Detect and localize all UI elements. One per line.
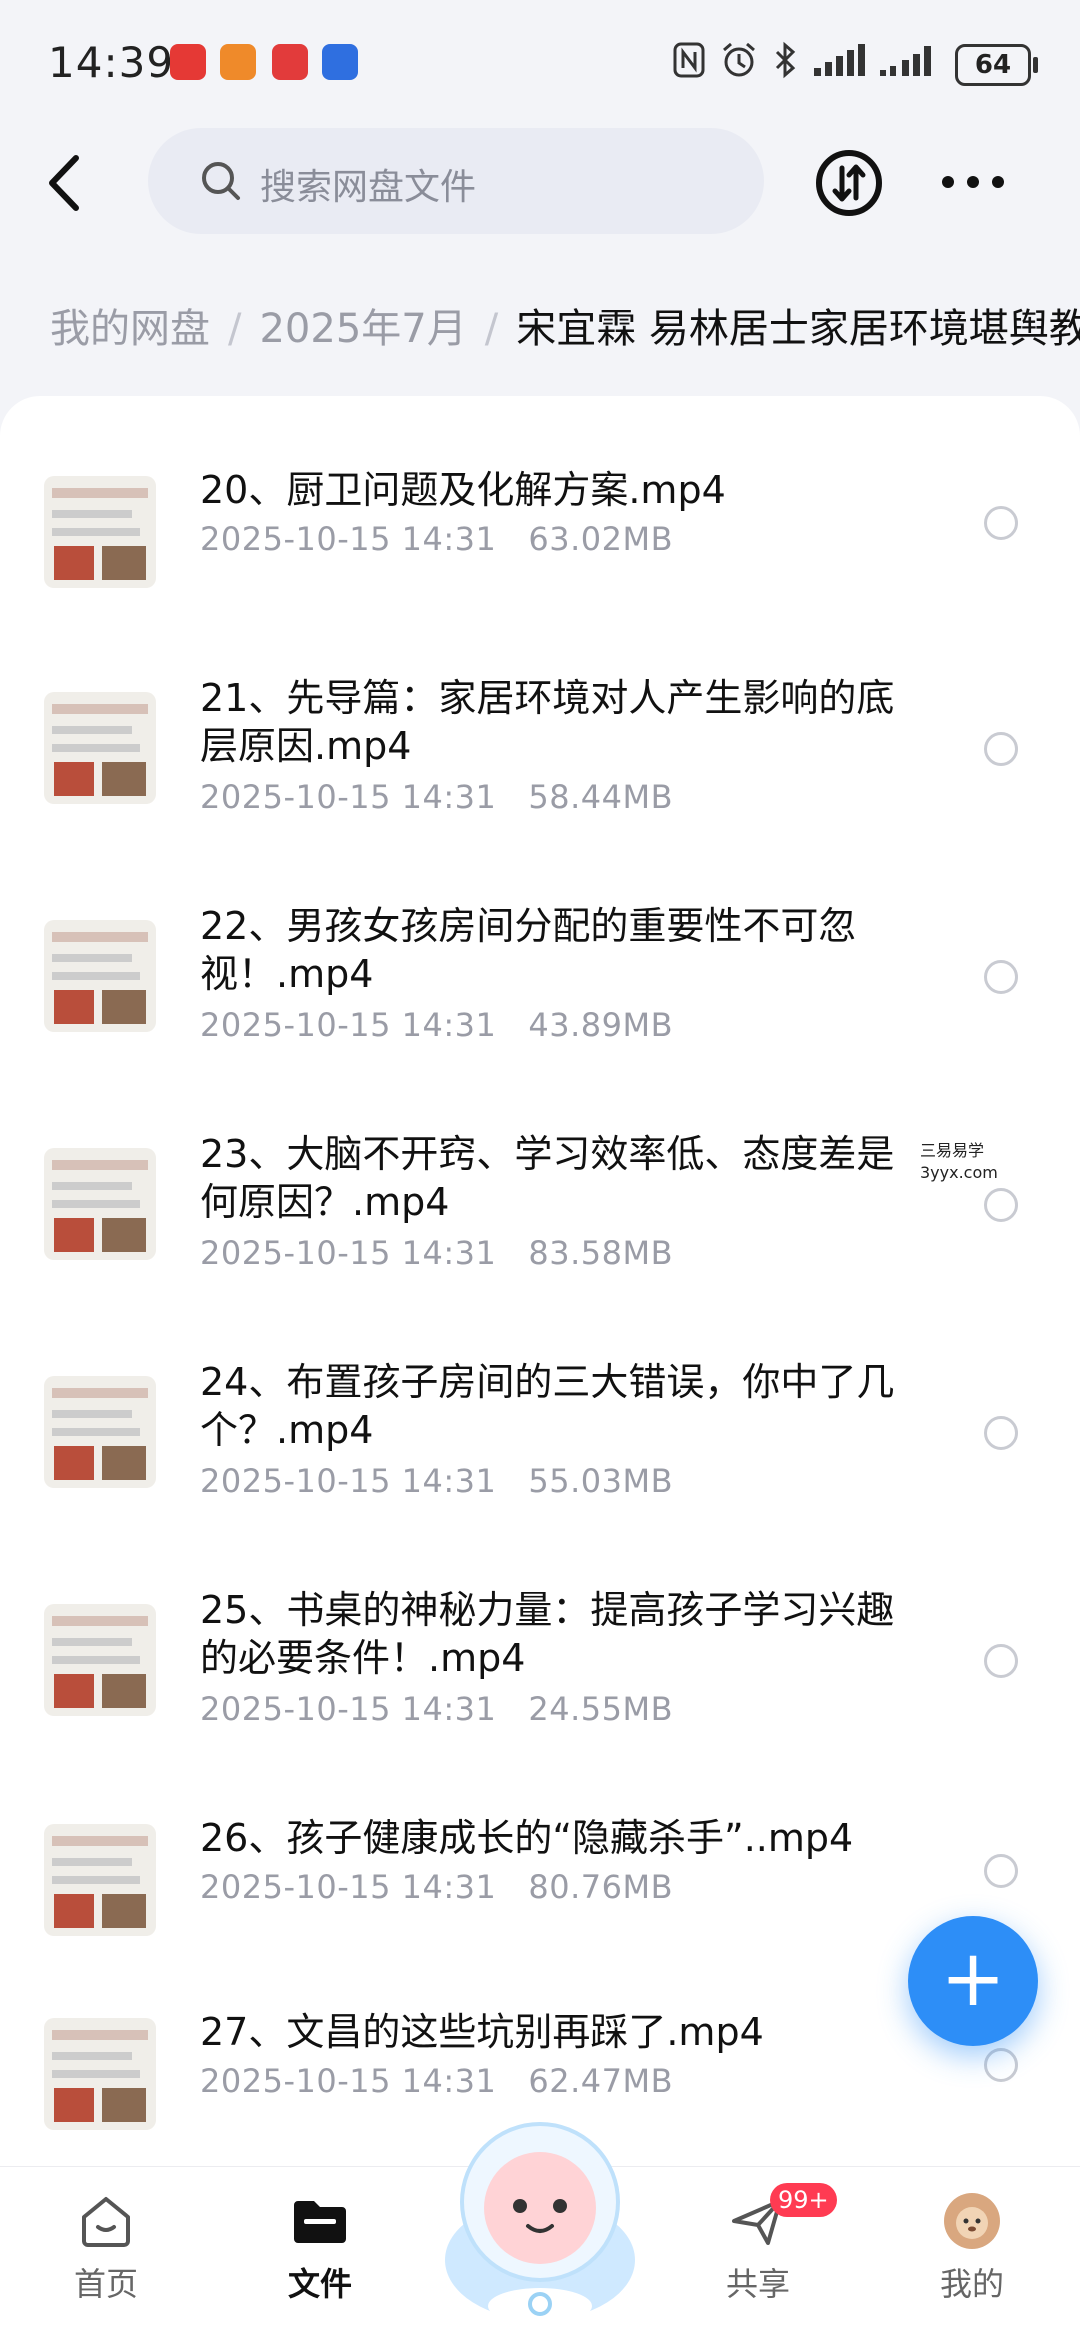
file-meta: 2025-10-15 14:31 24.55MB (200, 1690, 673, 1728)
search-placeholder: 搜索网盘文件 (260, 167, 477, 208)
file-size: 43.89MB (528, 1006, 674, 1044)
file-list: 20、厨卫问题及化解方案.mp4 2025-10-15 14:31 63.02M… (0, 396, 1080, 2166)
video-thumbnail (44, 1824, 156, 1936)
add-button[interactable]: + (908, 1916, 1038, 2046)
file-row[interactable]: 24、布置孩子房间的三大错误，你中了几个？.mp4 2025-10-15 14:… (0, 1358, 1080, 1538)
avatar-icon (944, 2193, 1000, 2249)
select-radio[interactable] (984, 1644, 1018, 1678)
file-row[interactable]: 22、男孩女孩房间分配的重要性不可忽视！.mp4 2025-10-15 14:3… (0, 902, 1080, 1082)
breadcrumb: 我的网盘 / 2025年7月 / 宋宜霖 易林居士家居环境堪舆教学 (50, 296, 1080, 354)
notification-app-icon (322, 44, 358, 80)
select-radio[interactable] (984, 1416, 1018, 1450)
file-size: 55.03MB (528, 1462, 674, 1500)
more-options-icon[interactable] (938, 164, 1008, 200)
file-size: 24.55MB (528, 1690, 674, 1728)
video-thumbnail (44, 476, 156, 588)
tab-home[interactable]: 首页 (26, 2167, 186, 2325)
file-meta: 2025-10-15 14:31 58.44MB (200, 778, 673, 816)
file-name: 26、孩子健康成长的“隐藏杀手”..mp4 (200, 1816, 854, 1860)
assistant-mascot-icon[interactable] (440, 2110, 640, 2324)
file-date: 2025-10-15 14:31 (200, 778, 497, 816)
file-date: 2025-10-15 14:31 (200, 1006, 497, 1044)
file-size: 58.44MB (528, 778, 674, 816)
file-row[interactable]: 23、大脑不开窍、学习效率低、态度差是何原因？.mp4 2025-10-15 1… (0, 1130, 1080, 1310)
file-name: 24、布置孩子房间的三大错误，你中了几个？.mp4 (200, 1360, 895, 1452)
battery-indicator: 64 (955, 44, 1038, 86)
file-row[interactable]: 25、书桌的神秘力量：提高孩子学习兴趣的必要条件！.mp4 2025-10-15… (0, 1586, 1080, 1766)
file-meta: 2025-10-15 14:31 62.47MB (200, 2062, 673, 2100)
video-thumbnail (44, 1148, 156, 1260)
file-size: 83.58MB (528, 1234, 674, 1272)
select-radio[interactable] (984, 2048, 1018, 2082)
file-date: 2025-10-15 14:31 (200, 2062, 497, 2100)
video-thumbnail (44, 692, 156, 804)
select-radio[interactable] (984, 1854, 1018, 1888)
tab-profile[interactable]: 我的 (892, 2167, 1052, 2325)
file-name: 22、男孩女孩房间分配的重要性不可忽视！.mp4 (200, 904, 857, 996)
back-arrow-icon[interactable] (40, 150, 90, 216)
search-bar[interactable]: 搜索网盘文件 (148, 128, 764, 234)
file-date: 2025-10-15 14:31 (200, 520, 497, 558)
file-meta: 2025-10-15 14:31 55.03MB (200, 1462, 673, 1500)
file-row[interactable]: 20、厨卫问题及化解方案.mp4 2025-10-15 14:31 63.02M… (0, 466, 1080, 616)
file-name: 27、文昌的这些坑别再踩了.mp4 (200, 2010, 764, 2054)
file-meta: 2025-10-15 14:31 63.02MB (200, 520, 673, 558)
tab-files[interactable]: 文件 (240, 2167, 400, 2325)
breadcrumb-item-root[interactable]: 我的网盘 (50, 306, 210, 352)
video-thumbnail (44, 1604, 156, 1716)
status-time: 14:39 (48, 38, 175, 87)
watermark-line: 3yyx.com (920, 1163, 998, 1182)
nfc-icon (673, 42, 705, 78)
file-name: 21、先导篇：家居环境对人产生影响的底层原因.mp4 (200, 676, 895, 768)
file-date: 2025-10-15 14:31 (200, 1690, 497, 1728)
tab-share[interactable]: 99+ 共享 (678, 2167, 838, 2325)
plus-icon: + (940, 1934, 1006, 2024)
file-meta: 2025-10-15 14:31 43.89MB (200, 1006, 673, 1044)
file-meta: 2025-10-15 14:31 80.76MB (200, 1868, 673, 1906)
file-name: 25、书桌的神秘力量：提高孩子学习兴趣的必要条件！.mp4 (200, 1588, 895, 1680)
notification-badge: 99+ (770, 2183, 837, 2217)
folder-icon (294, 2201, 346, 2243)
transfer-icon[interactable] (814, 148, 884, 218)
file-meta: 2025-10-15 14:31 83.58MB (200, 1234, 673, 1272)
breadcrumb-separator: / (484, 306, 499, 352)
file-size: 80.76MB (528, 1868, 674, 1906)
select-radio[interactable] (984, 506, 1018, 540)
select-radio[interactable] (984, 1188, 1018, 1222)
select-radio[interactable] (984, 960, 1018, 994)
file-size: 63.02MB (528, 520, 674, 558)
status-bar: 14:39 64 (0, 0, 1080, 120)
file-date: 2025-10-15 14:31 (200, 1462, 497, 1500)
bluetooth-icon (775, 41, 796, 79)
file-size: 62.47MB (528, 2062, 674, 2100)
notification-app-icon (170, 44, 206, 80)
breadcrumb-item-current: 宋宜霖 易林居士家居环境堪舆教学 (516, 306, 1080, 352)
tab-label: 我的 (939, 2265, 1004, 2303)
watermark: 三易易学 3yyx.com (920, 1140, 998, 1184)
alarm-icon (723, 42, 755, 77)
video-thumbnail (44, 1376, 156, 1488)
file-date: 2025-10-15 14:31 (200, 1868, 497, 1906)
tab-label: 首页 (73, 2265, 138, 2303)
file-row[interactable]: 21、先导篇：家居环境对人产生影响的底层原因.mp4 2025-10-15 14… (0, 674, 1080, 854)
search-icon (202, 162, 240, 200)
home-icon (82, 2197, 130, 2247)
watermark-line: 三易易学 (920, 1141, 985, 1160)
breadcrumb-item-month[interactable]: 2025年7月 (259, 306, 466, 352)
notification-app-icon (220, 44, 256, 80)
notification-app-icon (272, 44, 308, 80)
file-name: 23、大脑不开窍、学习效率低、态度差是何原因？.mp4 (200, 1132, 895, 1224)
breadcrumb-separator: / (228, 306, 242, 352)
signal-icon-secondary (880, 46, 931, 76)
tab-label: 文件 (287, 2265, 352, 2303)
file-date: 2025-10-15 14:31 (200, 1234, 497, 1272)
select-radio[interactable] (984, 732, 1018, 766)
file-name: 20、厨卫问题及化解方案.mp4 (200, 468, 726, 512)
signal-icon (814, 44, 865, 76)
tab-label: 共享 (725, 2265, 790, 2303)
video-thumbnail (44, 920, 156, 1032)
video-thumbnail (44, 2018, 156, 2130)
